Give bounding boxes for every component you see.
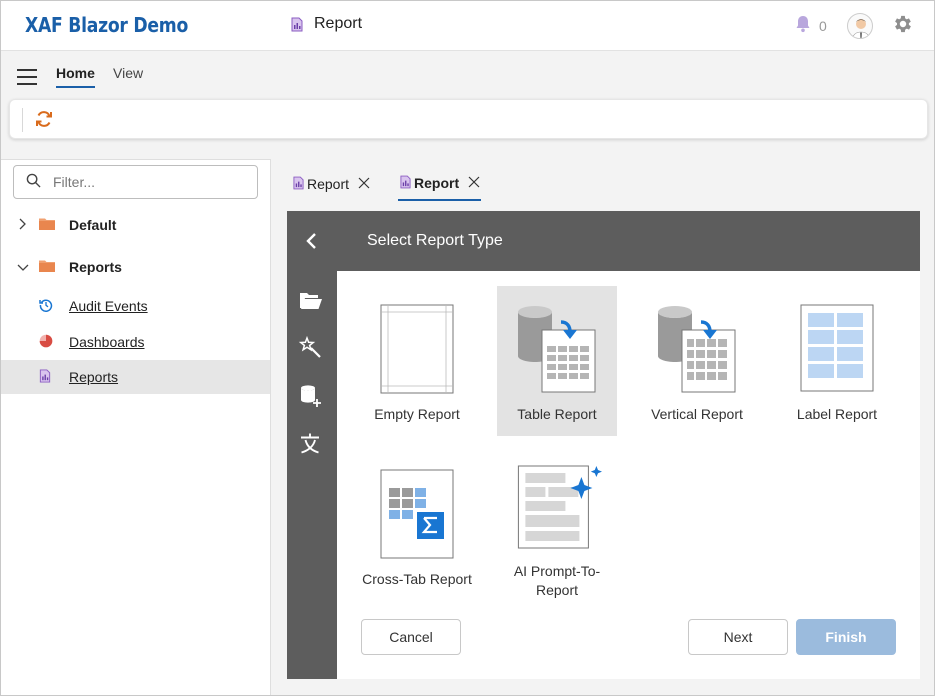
doc-tab-label: Report [414,175,460,191]
sidebar-group-default[interactable]: Default [1,208,270,242]
sidebar-item-label: Dashboards [69,334,145,350]
top-bar: XAF Blazor Demo Report 0 [1,1,934,51]
table-report-icon [516,304,598,397]
sidebar-group-label: Default [69,217,117,233]
chevron-right-icon[interactable] [17,217,27,233]
open-folder-icon[interactable] [298,287,324,313]
sidebar-item-audit-events[interactable]: Audit Events [1,289,270,323]
tab-home[interactable]: Home [56,65,95,88]
menu-toggle-button[interactable] [17,69,37,85]
label-report-icon [800,304,874,397]
report-type-crosstab[interactable]: Cross-Tab Report [357,451,477,601]
pie-chart-icon [39,334,53,351]
wizard-header: Select Report Type [287,211,920,271]
gear-icon [892,15,914,38]
localization-icon[interactable] [298,431,324,457]
vertical-report-icon [656,304,738,397]
cancel-button[interactable]: Cancel [361,619,461,655]
app-title[interactable]: XAF Blazor Demo [25,13,188,37]
wizard-sidebar [287,271,337,679]
navigation-sidebar: Default Reports Audit Events Dashboards [1,159,271,695]
sidebar-item-dashboards[interactable]: Dashboards [1,325,270,359]
wizard-title: Select Report Type [367,232,503,249]
folder-icon [39,259,55,275]
hamburger-line [17,83,37,85]
back-arrow-icon[interactable] [303,232,321,253]
report-type-label: Empty Report [374,406,460,422]
report-type-table[interactable]: Table Report [497,286,617,436]
report-icon [293,176,304,193]
report-icon [39,368,51,386]
report-type-ai-prompt[interactable]: AI Prompt-To- Report [497,451,617,601]
hamburger-icon [17,69,37,71]
sidebar-item-label: Audit Events [69,298,148,314]
filter-input[interactable] [53,174,233,190]
settings-button[interactable] [892,13,914,38]
chevron-down-icon[interactable] [17,259,29,275]
report-type-label: Label Report [796,406,878,422]
current-view-title: Report [291,15,362,33]
ai-report-icon [517,465,607,554]
doc-tab-report-1[interactable]: Report [293,167,370,201]
notifications-count: 0 [819,17,827,34]
report-icon [291,17,303,32]
current-view-label: Report [314,15,363,32]
tab-view[interactable]: View [113,65,143,81]
report-type-label: Table Report [517,406,597,422]
bell-icon [795,15,811,36]
sidebar-group-reports[interactable]: Reports [1,250,270,284]
report-type-label: AI Prompt-To- Report [513,563,601,598]
toolbar [9,99,928,139]
report-wizard: Select Report Type Empty Report Table Re… [287,211,920,679]
report-type-vertical[interactable]: Vertical Report [637,286,757,436]
toolbar-divider [22,108,23,132]
folder-icon [39,217,55,233]
hamburger-line [17,76,37,78]
notifications-button[interactable]: 0 [795,15,827,36]
doc-tab-label: Report [307,176,350,192]
report-type-label: Vertical Report [651,406,743,422]
magic-wand-icon[interactable] [298,335,324,361]
crosstab-report-icon [380,469,454,562]
close-icon[interactable] [468,175,480,191]
finish-button[interactable]: Finish [796,619,896,655]
close-icon[interactable] [358,176,370,192]
filter-box [13,165,258,199]
search-icon [14,173,41,191]
add-datasource-icon[interactable] [298,383,324,409]
user-avatar[interactable] [847,13,873,39]
sidebar-group-label: Reports [69,259,122,275]
sidebar-item-reports[interactable]: Reports [1,360,270,394]
next-button[interactable]: Next [688,619,788,655]
refresh-icon [34,111,54,132]
report-type-label: Cross-Tab Report [362,571,472,587]
sidebar-item-label: Reports [69,369,119,385]
report-type-empty[interactable]: Empty Report [357,286,477,436]
empty-report-icon [380,304,454,397]
doc-tab-report-2[interactable]: Report [398,167,481,201]
refresh-button[interactable] [34,109,54,132]
report-type-label[interactable]: Label Report [777,286,897,436]
app-window: XAF Blazor Demo Report 0 Home View Filte… [0,0,935,696]
history-icon [39,298,53,315]
report-icon [400,175,411,192]
